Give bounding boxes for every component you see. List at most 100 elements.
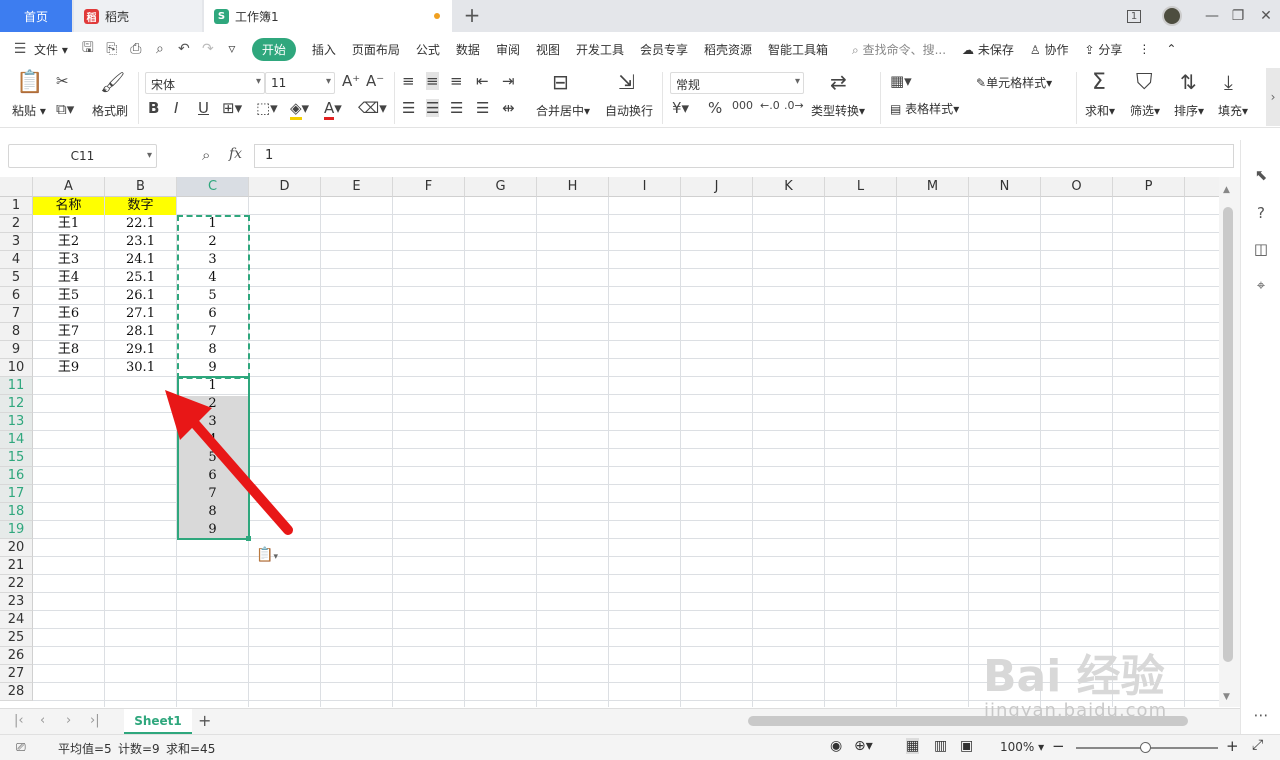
- align-left-icon[interactable]: ☰: [402, 99, 415, 117]
- fill-button[interactable]: 填充▾: [1218, 102, 1248, 119]
- row-header-19[interactable]: 19: [0, 521, 33, 539]
- eye-protection-icon[interactable]: ◉: [830, 738, 842, 754]
- sort-button[interactable]: 排序▾: [1174, 102, 1204, 119]
- cell-a6[interactable]: 王5: [33, 287, 104, 305]
- row-header-14[interactable]: 14: [0, 431, 33, 449]
- first-sheet-icon[interactable]: |‹: [14, 713, 24, 728]
- type-convert-button[interactable]: 类型转换▾: [811, 102, 865, 119]
- fill-color-icon[interactable]: ◈▾: [290, 99, 309, 120]
- row-header-5[interactable]: 5: [0, 269, 33, 287]
- print-preview-icon[interactable]: ⌕: [150, 39, 170, 59]
- align-right-icon[interactable]: ☰: [450, 99, 463, 117]
- filter-icon[interactable]: ⛉: [1136, 70, 1153, 95]
- tab-workbook[interactable]: S 工作簿1: [204, 0, 452, 32]
- sheet-tab-sheet1[interactable]: Sheet1: [124, 709, 192, 734]
- font-color-icon[interactable]: A▾: [324, 99, 342, 120]
- row-header-26[interactable]: 26: [0, 647, 33, 665]
- menu-start[interactable]: 开始: [251, 37, 296, 61]
- zoom-slider-handle[interactable]: [1140, 742, 1151, 753]
- merge-center-icon[interactable]: ⊟: [552, 70, 569, 94]
- italic-icon[interactable]: I: [174, 99, 178, 117]
- row-header-24[interactable]: 24: [0, 611, 33, 629]
- decrease-decimal-icon[interactable]: .0→: [784, 99, 804, 112]
- wrap-text-button[interactable]: 自动换行: [605, 102, 653, 119]
- column-header-i[interactable]: I: [609, 177, 681, 197]
- name-box[interactable]: C11: [8, 144, 157, 168]
- cell-b7[interactable]: 27.1: [105, 305, 176, 323]
- select-all-corner[interactable]: [0, 177, 33, 197]
- row-header-9[interactable]: 9: [0, 341, 33, 359]
- row-header-18[interactable]: 18: [0, 503, 33, 521]
- menu-smart-toolbox[interactable]: 智能工具箱: [768, 41, 828, 58]
- menu-member[interactable]: 会员专享: [640, 41, 688, 58]
- column-header-h[interactable]: H: [537, 177, 609, 197]
- last-sheet-icon[interactable]: ›|: [90, 713, 100, 728]
- row-header-7[interactable]: 7: [0, 305, 33, 323]
- undo-icon[interactable]: ↶: [174, 39, 194, 59]
- row-header-4[interactable]: 4: [0, 251, 33, 269]
- table-style-button[interactable]: ▤ 表格样式▾: [890, 100, 959, 117]
- redo-icon[interactable]: ↷: [198, 39, 218, 59]
- menu-view[interactable]: 视图: [536, 41, 560, 58]
- avatar[interactable]: [1156, 0, 1188, 32]
- save-icon[interactable]: 🖫: [78, 39, 98, 59]
- menu-daoke-resources[interactable]: 稻壳资源: [704, 41, 752, 58]
- formula-input[interactable]: 1: [254, 144, 1234, 168]
- insert-function-icon[interactable]: fx: [229, 146, 242, 162]
- zoom-out-icon[interactable]: −: [1052, 737, 1065, 755]
- zoom-formula-icon[interactable]: ⌕: [202, 146, 210, 164]
- cell-fill-pattern-icon[interactable]: ⬚▾: [256, 99, 278, 117]
- cell-b8[interactable]: 28.1: [105, 323, 176, 341]
- row-header-21[interactable]: 21: [0, 557, 33, 575]
- vertical-scroll-thumb[interactable]: [1223, 207, 1233, 662]
- column-header-o[interactable]: O: [1041, 177, 1113, 197]
- location-pin-icon[interactable]: ⌖: [1251, 276, 1271, 296]
- type-convert-icon[interactable]: ⇄: [830, 70, 847, 94]
- menu-formulas[interactable]: 公式: [416, 41, 440, 58]
- more-menu-icon[interactable]: ⋮: [1138, 42, 1150, 56]
- window-layout-button[interactable]: 1: [1118, 0, 1150, 32]
- decrease-font-icon[interactable]: A⁻: [366, 72, 384, 90]
- row-header-3[interactable]: 3: [0, 233, 33, 251]
- merge-center-button[interactable]: 合并居中▾: [536, 102, 590, 119]
- menu-developer[interactable]: 开发工具: [576, 41, 624, 58]
- print-icon[interactable]: ⎙: [126, 39, 146, 59]
- cell-a2[interactable]: 王1: [33, 215, 104, 233]
- row-header-12[interactable]: 12: [0, 395, 33, 413]
- font-name-select[interactable]: 宋体: [145, 72, 265, 94]
- column-header-m[interactable]: M: [897, 177, 969, 197]
- cell-b2[interactable]: 22.1: [105, 215, 176, 233]
- row-header-6[interactable]: 6: [0, 287, 33, 305]
- menu-review[interactable]: 审阅: [496, 41, 520, 58]
- cell-b1[interactable]: 数字: [105, 197, 176, 215]
- reading-view-icon[interactable]: ▣: [960, 738, 973, 754]
- row-header-17[interactable]: 17: [0, 485, 33, 503]
- row-header-10[interactable]: 10: [0, 359, 33, 377]
- share-button[interactable]: ⇪ 分享: [1085, 41, 1123, 58]
- select-cursor-icon[interactable]: ⬉: [1251, 166, 1271, 186]
- column-header-n[interactable]: N: [969, 177, 1041, 197]
- increase-font-icon[interactable]: A⁺: [342, 72, 360, 90]
- wrap-text-icon[interactable]: ⇲: [618, 70, 635, 94]
- row-header-28[interactable]: 28: [0, 683, 33, 701]
- hamburger-menu-icon[interactable]: ☰: [10, 39, 30, 59]
- collapse-ribbon-icon[interactable]: ⌃: [1166, 42, 1176, 56]
- bold-icon[interactable]: B: [148, 99, 159, 117]
- page-break-view-icon[interactable]: ▥: [934, 738, 947, 754]
- row-header-16[interactable]: 16: [0, 467, 33, 485]
- font-size-select[interactable]: 11: [265, 72, 335, 94]
- fill-icon[interactable]: ⤓: [1224, 70, 1233, 94]
- cell-a1[interactable]: 名称: [33, 197, 104, 215]
- normal-view-icon[interactable]: ▦: [906, 738, 920, 754]
- cell-b3[interactable]: 23.1: [105, 233, 176, 251]
- tab-home[interactable]: 首页: [0, 0, 72, 32]
- unsaved-button[interactable]: ☁ 未保存: [962, 41, 1014, 58]
- collaborate-button[interactable]: ♙ 协作: [1030, 41, 1069, 58]
- row-header-25[interactable]: 25: [0, 629, 33, 647]
- increase-indent-icon[interactable]: ⇥: [502, 72, 515, 90]
- column-header-d[interactable]: D: [249, 177, 321, 197]
- cell-b5[interactable]: 25.1: [105, 269, 176, 287]
- column-header-l[interactable]: L: [825, 177, 897, 197]
- row-header-2[interactable]: 2: [0, 215, 33, 233]
- column-header-b[interactable]: B: [105, 177, 177, 197]
